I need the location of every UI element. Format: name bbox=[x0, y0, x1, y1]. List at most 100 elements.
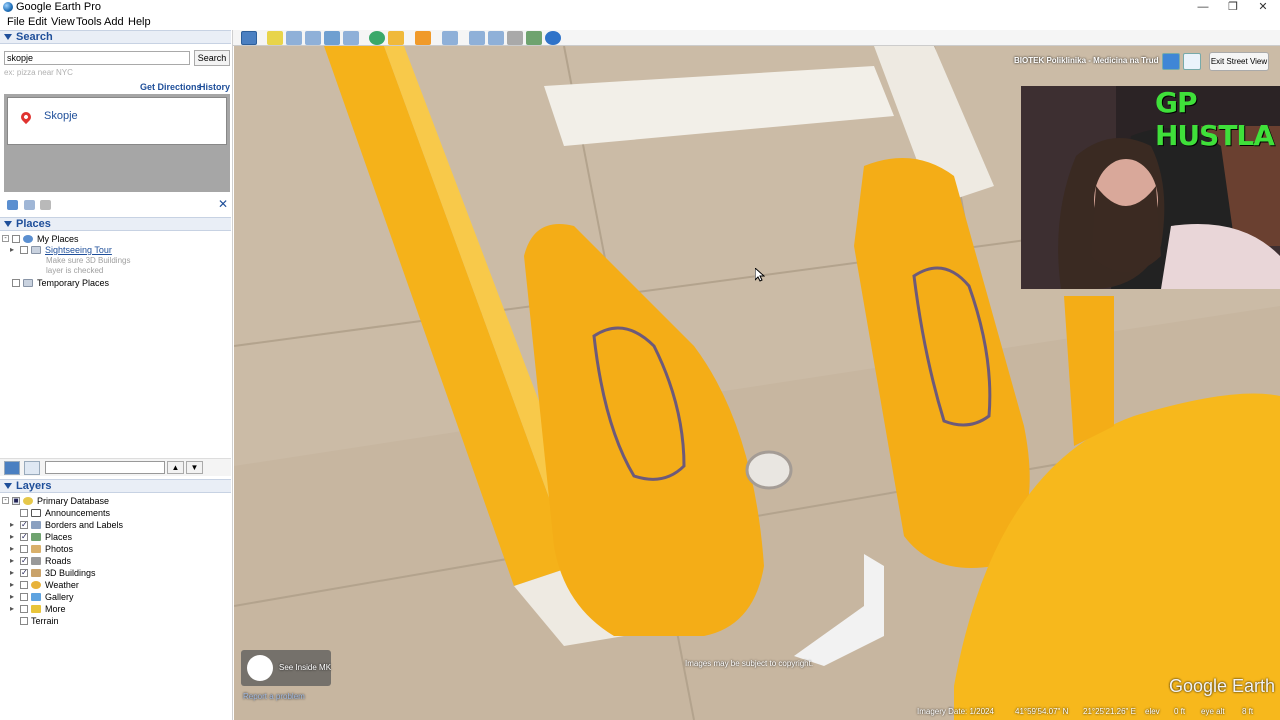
places-filter-input[interactable] bbox=[45, 461, 165, 474]
contributor-name[interactable]: See Inside MK bbox=[279, 663, 331, 672]
menu-view[interactable]: View bbox=[51, 16, 75, 28]
temporary-places-label: Temporary Places bbox=[37, 278, 110, 288]
layer-row[interactable]: - ■ Primary Database bbox=[0, 496, 230, 508]
close-window-button[interactable]: ✕ bbox=[1248, 0, 1278, 15]
add-folder-icon[interactable] bbox=[7, 200, 18, 210]
checkbox[interactable] bbox=[20, 605, 28, 613]
checkbox[interactable] bbox=[20, 617, 28, 625]
layers-panel-header[interactable]: Layers bbox=[0, 479, 231, 493]
polygon-icon[interactable] bbox=[286, 31, 302, 45]
earth-icon[interactable] bbox=[545, 31, 561, 45]
attribution-box[interactable]: See Inside MK bbox=[241, 650, 331, 686]
contributor-avatar[interactable] bbox=[247, 655, 273, 681]
collapse-triangle-icon bbox=[4, 483, 12, 490]
layer-row[interactable]: ▸ Photos bbox=[0, 544, 230, 556]
checkbox[interactable] bbox=[12, 279, 20, 287]
expand-arrow-icon[interactable]: ▸ bbox=[10, 568, 14, 577]
history-link[interactable]: History bbox=[199, 82, 230, 92]
building-view-icon[interactable] bbox=[1183, 53, 1201, 70]
my-places-row[interactable]: - My Places bbox=[0, 234, 230, 245]
placemark-icon[interactable] bbox=[267, 31, 283, 45]
record-tour-icon[interactable] bbox=[343, 31, 359, 45]
search-panel-header[interactable]: Search bbox=[0, 30, 231, 44]
menu-help[interactable]: Help bbox=[128, 16, 151, 28]
building-icon bbox=[31, 569, 41, 577]
layer-row[interactable]: ▸ ✓ Places bbox=[0, 532, 230, 544]
layer-row[interactable]: ▸ ✓ Roads bbox=[0, 556, 230, 568]
view-in-maps-icon[interactable] bbox=[526, 31, 542, 45]
sightseeing-hint-2: layer is checked bbox=[46, 266, 104, 275]
menu-edit[interactable]: Edit bbox=[28, 16, 47, 28]
switch-planet-icon[interactable] bbox=[415, 31, 431, 45]
sightseeing-tour-link[interactable]: Sightseeing Tour bbox=[45, 245, 112, 255]
copy-icon[interactable] bbox=[24, 200, 35, 210]
checkbox[interactable] bbox=[20, 545, 28, 553]
collapse-toggle-icon[interactable]: - bbox=[2, 497, 9, 504]
minimize-button[interactable]: — bbox=[1188, 0, 1218, 15]
move-down-button[interactable]: ▼ bbox=[186, 461, 203, 474]
main-toolbar bbox=[233, 30, 1280, 46]
search-result-card[interactable]: Skopje bbox=[7, 97, 227, 145]
layer-row[interactable]: Terrain bbox=[0, 616, 230, 628]
temporary-places-row[interactable]: Temporary Places bbox=[0, 278, 230, 289]
search-input[interactable]: skopje bbox=[4, 51, 190, 65]
checkbox[interactable]: ✓ bbox=[20, 557, 28, 565]
close-results-icon[interactable]: ✕ bbox=[218, 197, 228, 211]
checkbox[interactable]: ✓ bbox=[20, 521, 28, 529]
expand-arrow-icon[interactable]: ▸ bbox=[10, 580, 14, 589]
email-icon[interactable] bbox=[469, 31, 485, 45]
print-icon[interactable] bbox=[40, 200, 51, 210]
expand-arrow-icon[interactable]: ▸ bbox=[10, 604, 14, 613]
checkbox[interactable] bbox=[20, 246, 28, 254]
move-up-button[interactable]: ▲ bbox=[167, 461, 184, 474]
checkbox[interactable] bbox=[20, 509, 28, 517]
layer-row[interactable]: ▸ More bbox=[0, 604, 230, 616]
search-places-icon[interactable] bbox=[4, 461, 20, 475]
hide-sidebar-icon[interactable] bbox=[241, 31, 257, 45]
folder-icon bbox=[23, 279, 33, 287]
panel-toggle-icon[interactable] bbox=[24, 461, 40, 475]
expand-arrow-icon[interactable]: ▸ bbox=[10, 592, 14, 601]
report-problem-link[interactable]: Report a problem bbox=[243, 692, 305, 701]
save-image-icon[interactable] bbox=[507, 31, 523, 45]
sunlight-icon[interactable] bbox=[388, 31, 404, 45]
layer-row[interactable]: ▸ Weather bbox=[0, 580, 230, 592]
ruler-icon[interactable] bbox=[442, 31, 458, 45]
expand-arrow-icon[interactable]: ▸ bbox=[10, 520, 14, 529]
checkbox[interactable] bbox=[20, 593, 28, 601]
checkbox[interactable]: ✓ bbox=[20, 569, 28, 577]
sightseeing-row[interactable]: ▸ Sightseeing Tour bbox=[0, 245, 230, 256]
menu-tools[interactable]: Tools bbox=[76, 16, 102, 28]
get-directions-link[interactable]: Get Directions bbox=[140, 82, 202, 92]
exit-street-view-button[interactable]: Exit Street View bbox=[1209, 52, 1269, 71]
checkbox[interactable] bbox=[20, 581, 28, 589]
layer-row[interactable]: ▸ Gallery bbox=[0, 592, 230, 604]
expand-arrow-icon[interactable]: ▸ bbox=[10, 544, 14, 553]
expand-arrow-icon[interactable]: ▸ bbox=[10, 245, 14, 254]
menu-file[interactable]: File bbox=[7, 16, 25, 28]
layer-row[interactable]: Announcements bbox=[0, 508, 230, 520]
layer-row[interactable]: ▸ ✓ 3D Buildings bbox=[0, 568, 230, 580]
print-icon[interactable] bbox=[488, 31, 504, 45]
search-button[interactable]: Search bbox=[194, 50, 230, 66]
collapse-toggle-icon[interactable]: - bbox=[2, 235, 9, 242]
elevation-readout: 0 ft bbox=[1174, 707, 1186, 716]
path-icon[interactable] bbox=[305, 31, 321, 45]
search-result-name[interactable]: Skopje bbox=[44, 110, 78, 122]
image-overlay-icon[interactable] bbox=[324, 31, 340, 45]
places-panel-header[interactable]: Places bbox=[0, 217, 231, 231]
layer-row[interactable]: ▸ ✓ Borders and Labels bbox=[0, 520, 230, 532]
checkbox[interactable]: ✓ bbox=[20, 533, 28, 541]
gallery-star-icon bbox=[31, 593, 41, 601]
expand-arrow-icon[interactable]: ▸ bbox=[10, 556, 14, 565]
layer-label: Places bbox=[45, 532, 73, 542]
expand-arrow-icon[interactable]: ▸ bbox=[10, 532, 14, 541]
maximize-button[interactable]: ❐ bbox=[1218, 0, 1248, 15]
pegman-icon[interactable] bbox=[1162, 53, 1180, 70]
checkbox[interactable] bbox=[12, 235, 20, 243]
menu-add[interactable]: Add bbox=[104, 16, 124, 28]
checkbox[interactable]: ■ bbox=[12, 497, 20, 505]
places-header-label: Places bbox=[16, 218, 51, 230]
historical-imagery-icon[interactable] bbox=[369, 31, 385, 45]
layer-label: Weather bbox=[45, 580, 79, 590]
